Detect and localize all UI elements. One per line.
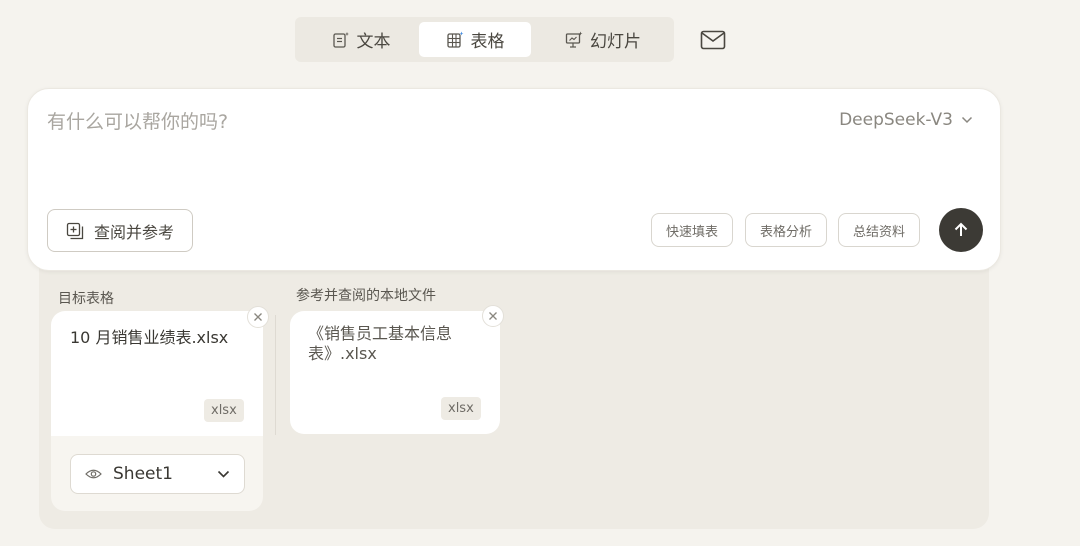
summarize-chip[interactable]: 总结资料	[838, 213, 920, 247]
table-analysis-chip[interactable]: 表格分析	[745, 213, 827, 247]
chevron-down-icon	[217, 470, 230, 478]
chevron-down-icon	[961, 116, 973, 124]
add-square-icon	[66, 222, 84, 239]
close-icon	[254, 313, 262, 321]
target-file-panel: 10 月销售业绩表.xlsx xlsx Sheet1	[51, 311, 263, 511]
section-divider	[275, 315, 276, 435]
consult-reference-button[interactable]: 查阅并参考	[47, 209, 193, 252]
target-table-label: 目标表格	[58, 291, 114, 307]
tab-table[interactable]: 表格	[419, 22, 531, 57]
reference-files-label: 参考并查阅的本地文件	[296, 288, 436, 304]
prompt-input[interactable]	[47, 107, 807, 137]
mode-tabbar: 文本 表格 幻灯片	[295, 17, 674, 62]
table-analysis-label: 表格分析	[759, 224, 812, 240]
consult-reference-label: 查阅并参考	[93, 222, 174, 242]
mail-icon	[700, 30, 726, 50]
reference-file-name: 《销售员工基本信息表》.xlsx	[308, 324, 453, 363]
doc-sparkle-icon	[332, 31, 349, 48]
quick-fill-chip[interactable]: 快速填表	[651, 213, 733, 247]
tab-table-label: 表格	[470, 32, 505, 52]
quick-fill-label: 快速填表	[665, 224, 718, 240]
table-sparkle-icon	[446, 31, 463, 48]
eye-icon	[85, 469, 102, 479]
tab-slides-label: 幻灯片	[590, 32, 641, 52]
remove-reference-file-button[interactable]	[482, 305, 504, 327]
model-selector-label: DeepSeek-V3	[839, 110, 953, 130]
target-file-name: 10 月销售业绩表.xlsx	[70, 328, 229, 347]
model-selector[interactable]: DeepSeek-V3	[839, 108, 973, 132]
mail-button[interactable]	[698, 27, 728, 53]
tab-text[interactable]: 文本	[307, 22, 415, 57]
chat-input-card: DeepSeek-V3 查阅并参考 快速填表 表格分析 总结资料	[27, 88, 1001, 271]
tab-text-label: 文本	[356, 32, 391, 52]
tab-slides[interactable]: 幻灯片	[539, 22, 667, 57]
target-file-card[interactable]: 10 月销售业绩表.xlsx xlsx	[51, 311, 263, 436]
summarize-label: 总结资料	[852, 224, 905, 240]
arrow-up-icon	[954, 222, 968, 236]
remove-target-file-button[interactable]	[247, 306, 269, 328]
sheet-selector[interactable]: Sheet1	[70, 454, 245, 494]
send-button[interactable]	[939, 208, 983, 252]
reference-file-card[interactable]: 《销售员工基本信息表》.xlsx xlsx	[290, 311, 500, 434]
file-type-badge: xlsx	[441, 397, 481, 420]
sheet-selector-label: Sheet1	[113, 464, 173, 484]
close-icon	[489, 312, 497, 320]
file-type-badge: xlsx	[204, 399, 244, 422]
slides-sparkle-icon	[565, 31, 583, 48]
